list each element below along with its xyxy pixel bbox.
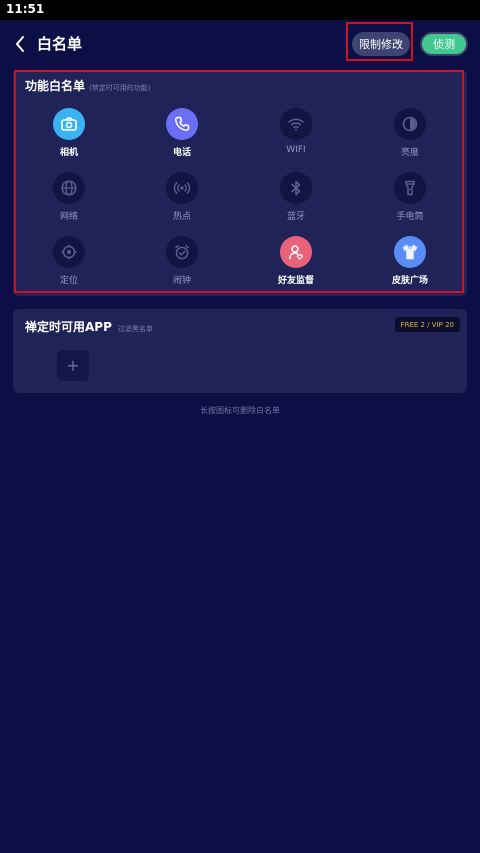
bluetooth-icon xyxy=(280,172,312,204)
location-icon xyxy=(53,236,85,268)
function-item-bluetooth[interactable]: 蓝牙 xyxy=(256,172,336,222)
function-item-label: 蓝牙 xyxy=(286,212,305,222)
function-item-brightness[interactable]: 亮度 xyxy=(370,108,450,158)
function-item-skin-square[interactable]: 皮肤广场 xyxy=(370,236,450,286)
function-item-camera[interactable]: 相机 xyxy=(29,108,109,158)
function-item-phone[interactable]: 电话 xyxy=(142,108,222,158)
function-whitelist-subtitle: (禁定时可用的功能) xyxy=(89,84,151,92)
chevron-left-icon xyxy=(16,36,24,52)
app-whitelist-card: 禅定时可用APP 过滤黑名单 FREE 2 / VIP 20 + xyxy=(13,309,467,393)
function-whitelist-title-text: 功能白名单 xyxy=(25,79,86,93)
function-item-label: 皮肤广场 xyxy=(391,276,428,286)
vip-limit-badge: FREE 2 / VIP 20 xyxy=(394,317,460,332)
brightness-icon xyxy=(394,108,426,140)
function-item-hotspot[interactable]: 热点 xyxy=(142,172,222,222)
function-whitelist-title: 功能白名单 (禁定时可用的功能) xyxy=(25,77,150,94)
function-item-label: 电话 xyxy=(172,148,191,158)
app-whitelist-subtitle: 过滤黑名单 xyxy=(117,325,153,333)
hint-text: 长按图标可删除白名单 xyxy=(200,406,280,415)
globe-icon xyxy=(53,172,85,204)
function-item-label: 好友监督 xyxy=(277,276,314,286)
app-whitelist-title: 禅定时可用APP 过滤黑名单 xyxy=(25,318,153,335)
function-item-flashlight[interactable]: 手电筒 xyxy=(370,172,450,222)
function-item-location[interactable]: 定位 xyxy=(29,236,109,286)
function-item-friend-supervise[interactable]: 好友监督 xyxy=(256,236,336,286)
function-item-label: 闹钟 xyxy=(172,276,191,286)
flashlight-icon xyxy=(394,172,426,204)
function-item-label: WIFI xyxy=(286,145,306,155)
page-title: 白名单 xyxy=(37,35,83,53)
function-item-alarm[interactable]: 闹钟 xyxy=(142,236,222,286)
phone-icon xyxy=(166,108,198,140)
wifi-icon xyxy=(280,108,312,140)
function-item-wifi[interactable]: WIFI xyxy=(256,108,336,155)
function-item-label: 网络 xyxy=(59,212,78,222)
camera-icon xyxy=(53,108,85,140)
app-whitelist-title-text: 禅定时可用APP xyxy=(25,320,112,334)
status-time: 11:51 xyxy=(6,2,45,16)
status-bar: 11:51 xyxy=(0,0,480,20)
function-item-label: 亮度 xyxy=(400,148,419,158)
alarm-icon xyxy=(166,236,198,268)
highlight-box xyxy=(346,22,413,61)
function-item-label: 热点 xyxy=(172,212,191,222)
hotspot-icon xyxy=(166,172,198,204)
back-button[interactable] xyxy=(10,31,32,57)
add-app-button[interactable]: + xyxy=(57,350,89,381)
header: 白名单 限制修改 侦测 xyxy=(0,22,480,66)
function-item-label: 手电筒 xyxy=(396,212,424,222)
tshirt-icon xyxy=(394,236,426,268)
function-item-label: 相机 xyxy=(59,148,78,158)
function-whitelist-card: 功能白名单 (禁定时可用的功能) 相机 电话 WIFI 亮度 网络 热点 蓝牙 … xyxy=(13,70,467,296)
detect-toggle[interactable]: 侦测 xyxy=(420,32,468,56)
function-item-network[interactable]: 网络 xyxy=(29,172,109,222)
friend-supervise-icon xyxy=(280,236,312,268)
detect-toggle-label: 侦测 xyxy=(422,34,466,54)
function-item-label: 定位 xyxy=(59,276,78,286)
